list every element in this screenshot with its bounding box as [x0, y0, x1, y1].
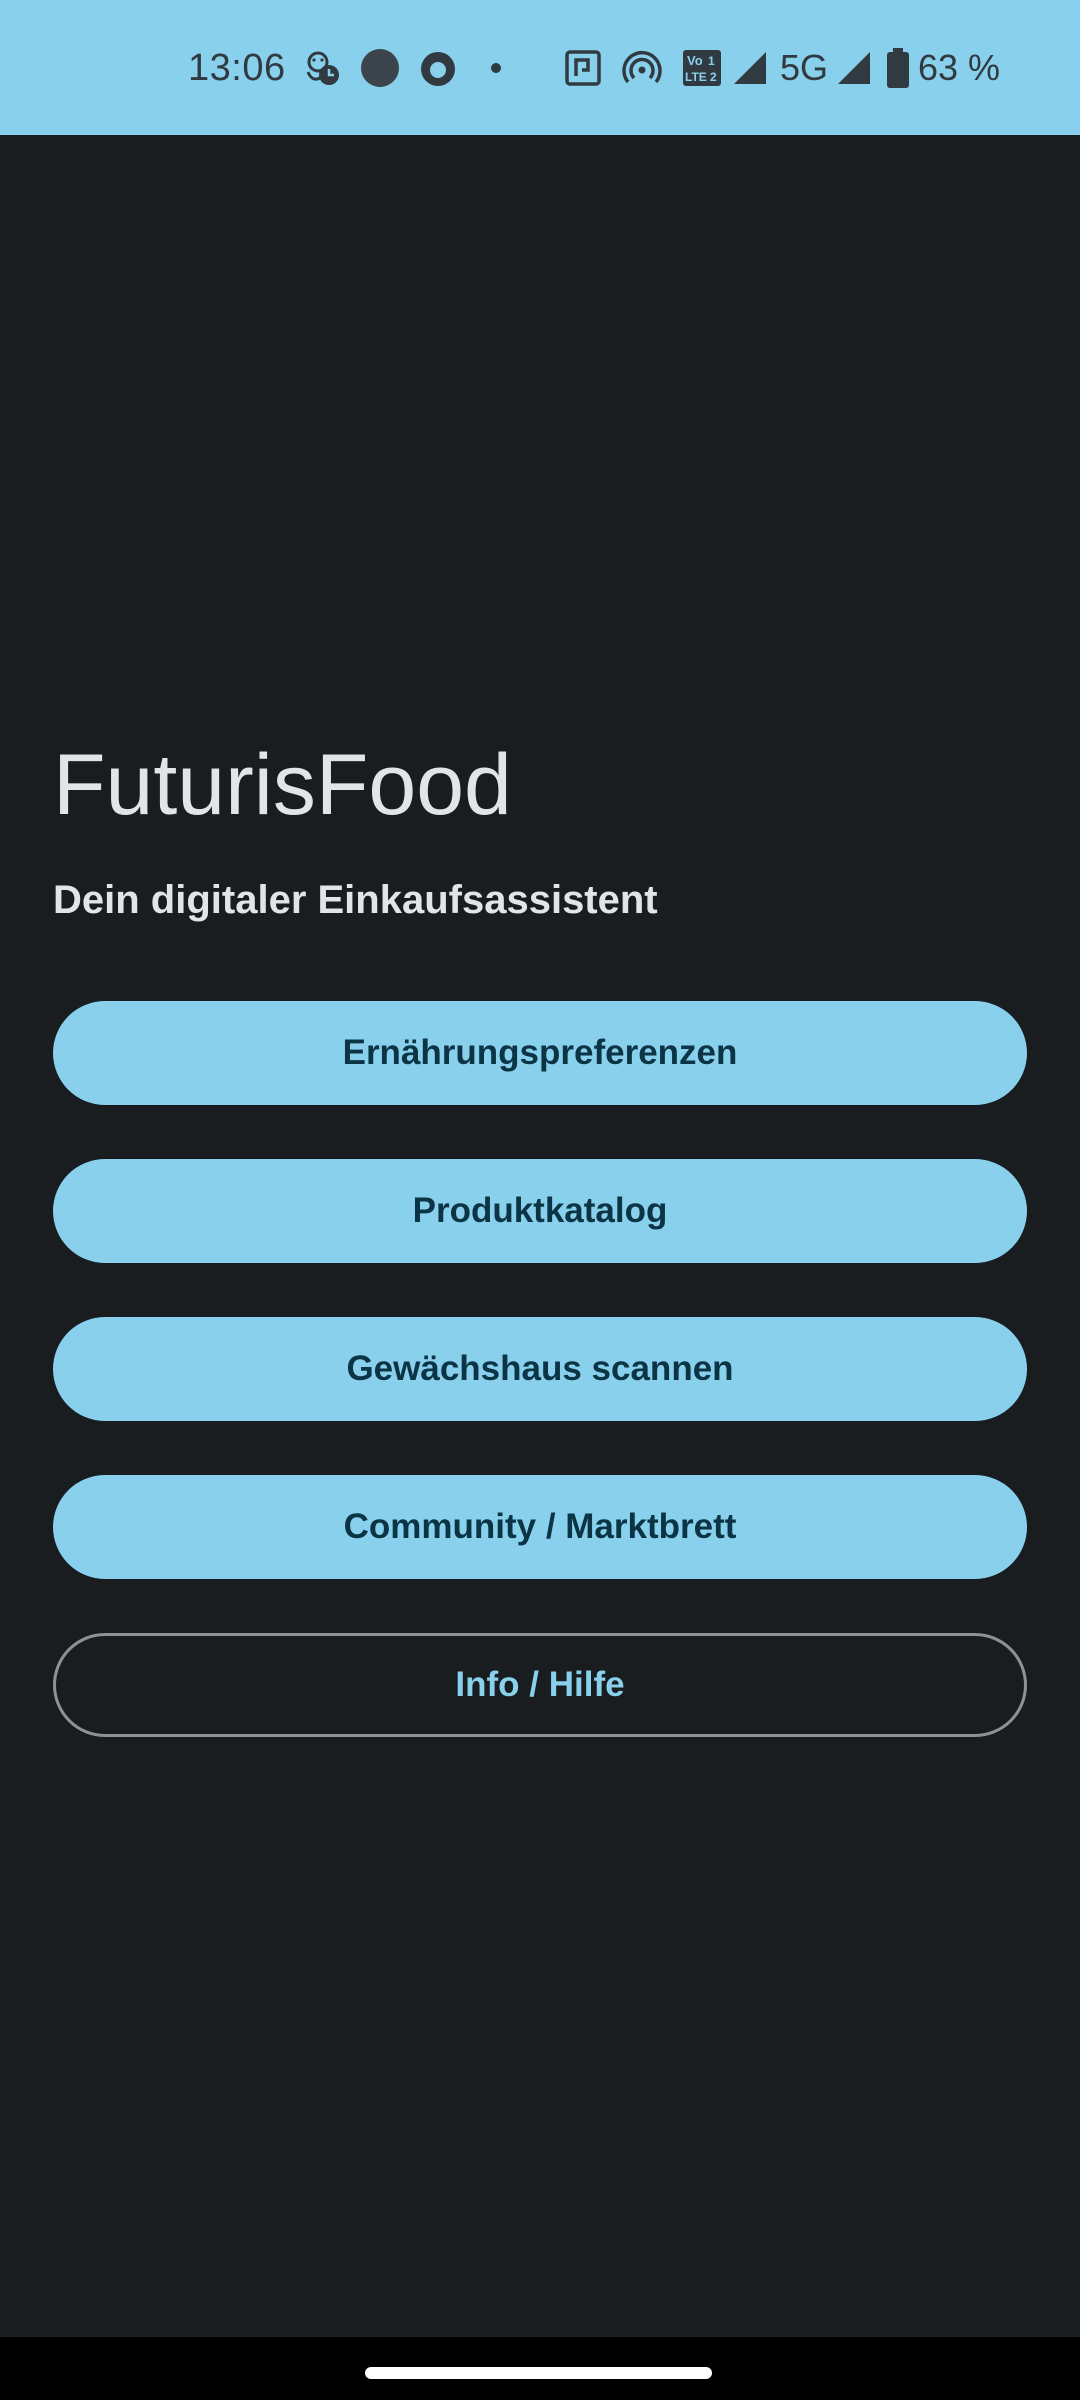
firefox-icon	[418, 48, 458, 88]
nutrition-preferences-button[interactable]: Ernährungspreferenzen	[53, 1001, 1027, 1105]
scan-greenhouse-button[interactable]: Gewächshaus scannen	[53, 1317, 1027, 1421]
info-help-button[interactable]: Info / Hilfe	[53, 1633, 1027, 1737]
app-screen: 13:06 Vo 1 LTE 2 5G 63 % FuturisFood Dei…	[0, 0, 1080, 2400]
signal-icon	[834, 48, 874, 88]
hotspot-icon	[622, 48, 662, 88]
battery-icon	[884, 48, 912, 88]
product-catalog-button[interactable]: Produktkatalog	[53, 1159, 1027, 1263]
status-bar: 13:06 Vo 1 LTE 2 5G 63 %	[0, 0, 1080, 135]
app-title: FuturisFood	[53, 737, 512, 833]
svg-text:1: 1	[708, 54, 715, 68]
svg-text:LTE: LTE	[685, 70, 707, 84]
status-time: 13:06	[188, 47, 286, 89]
volte-icon: Vo 1 LTE 2	[682, 48, 722, 88]
home-gesture-handle[interactable]	[365, 2367, 712, 2379]
circle-icon	[360, 48, 400, 88]
app-subtitle: Dein digitaler Einkaufsassistent	[53, 878, 658, 922]
nfc-icon	[563, 48, 603, 88]
network-type-label: 5G	[780, 47, 829, 88]
community-board-button[interactable]: Community / Marktbrett	[53, 1475, 1027, 1579]
kid-clock-icon	[302, 48, 342, 88]
svg-text:Vo: Vo	[687, 53, 703, 68]
svg-text:2: 2	[710, 70, 717, 84]
battery-percentage: 63 %	[918, 47, 1001, 88]
dot-icon	[476, 48, 516, 88]
signal-icon	[730, 48, 770, 88]
